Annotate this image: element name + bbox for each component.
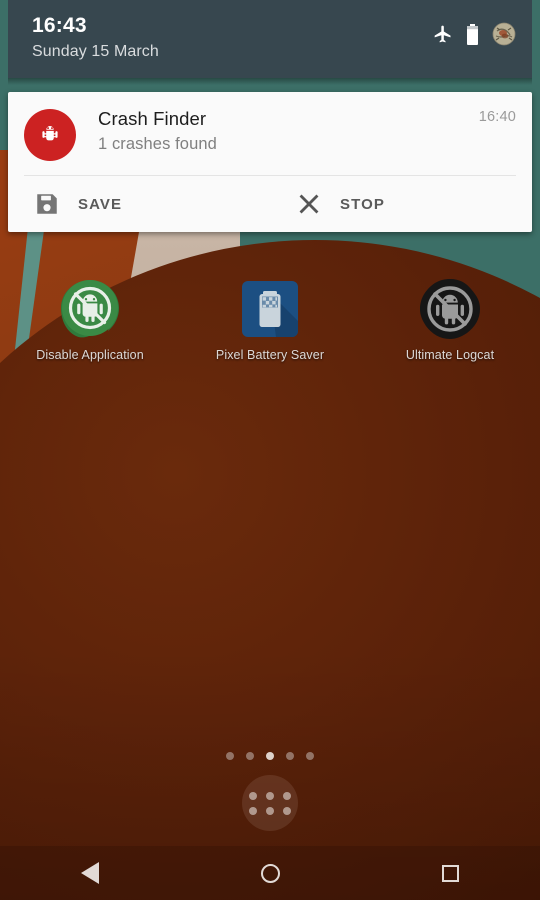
drawer-dot: [249, 791, 257, 800]
app-status-icon: [492, 22, 516, 51]
page-dot[interactable]: [306, 752, 314, 760]
save-action-label: SAVE: [78, 195, 123, 213]
recents-icon: [441, 864, 459, 882]
stop-action-label: STOP: [340, 195, 385, 213]
shade-header: 16:43 Sunday 15 March: [8, 0, 532, 78]
drawer-dot: [283, 791, 291, 800]
notification-main[interactable]: Crash Finder 1 crashes found 16:40: [8, 92, 532, 175]
app-shortcut-pixel-battery-saver[interactable]: Pixel Battery Saver: [180, 277, 360, 362]
page-indicator: [0, 752, 540, 760]
app-shortcut-ultimate-logcat[interactable]: Ultimate Logcat: [360, 277, 540, 362]
disable-application-icon: [58, 277, 122, 341]
app-label: Pixel Battery Saver: [215, 348, 325, 362]
drawer-dot: [266, 806, 274, 815]
save-icon: [34, 191, 60, 217]
close-icon: [296, 191, 322, 217]
battery-icon: [466, 23, 479, 50]
app-shortcut-disable-application[interactable]: Disable Application: [0, 277, 180, 362]
drawer-dot: [283, 806, 291, 815]
app-icon-row: Disable Application Pixel Battery Saver …: [0, 277, 540, 362]
ultimate-logcat-icon: [418, 277, 482, 341]
battery-saver-icon: [238, 277, 302, 341]
home-button[interactable]: [180, 846, 360, 900]
app-label: Disable Application: [36, 348, 144, 362]
shade-header-shadow: [8, 78, 532, 85]
back-icon: [81, 862, 99, 884]
notification-text: Crash Finder 1 crashes found: [76, 107, 516, 161]
page-dot-active[interactable]: [266, 752, 274, 760]
page-dot[interactable]: [286, 752, 294, 760]
back-button[interactable]: [0, 846, 180, 900]
notification-time: 16:40: [478, 109, 516, 125]
navigation-bar: [0, 846, 540, 900]
drawer-dot: [266, 791, 274, 800]
notification-card[interactable]: Crash Finder 1 crashes found 16:40 SAVE: [8, 92, 532, 232]
bug-icon: [24, 109, 76, 161]
airplane-mode-icon: [433, 24, 453, 49]
home-icon: [260, 863, 280, 883]
recents-button[interactable]: [360, 846, 540, 900]
page-dot[interactable]: [226, 752, 234, 760]
app-drawer-button[interactable]: [242, 775, 298, 831]
notification-body: 1 crashes found: [98, 135, 217, 153]
notification-shade: 16:43 Sunday 15 March: [8, 0, 532, 78]
android-home-screen: Disable Application Pixel Battery Saver …: [0, 0, 540, 900]
stop-action-button[interactable]: STOP: [270, 176, 532, 232]
notification-actions: SAVE STOP: [8, 176, 532, 232]
page-dot[interactable]: [246, 752, 254, 760]
app-label: Ultimate Logcat: [405, 348, 495, 362]
drawer-dot: [249, 806, 257, 815]
status-icons: [433, 22, 516, 51]
save-action-button[interactable]: SAVE: [8, 176, 270, 232]
notification-title: Crash Finder: [98, 108, 207, 129]
